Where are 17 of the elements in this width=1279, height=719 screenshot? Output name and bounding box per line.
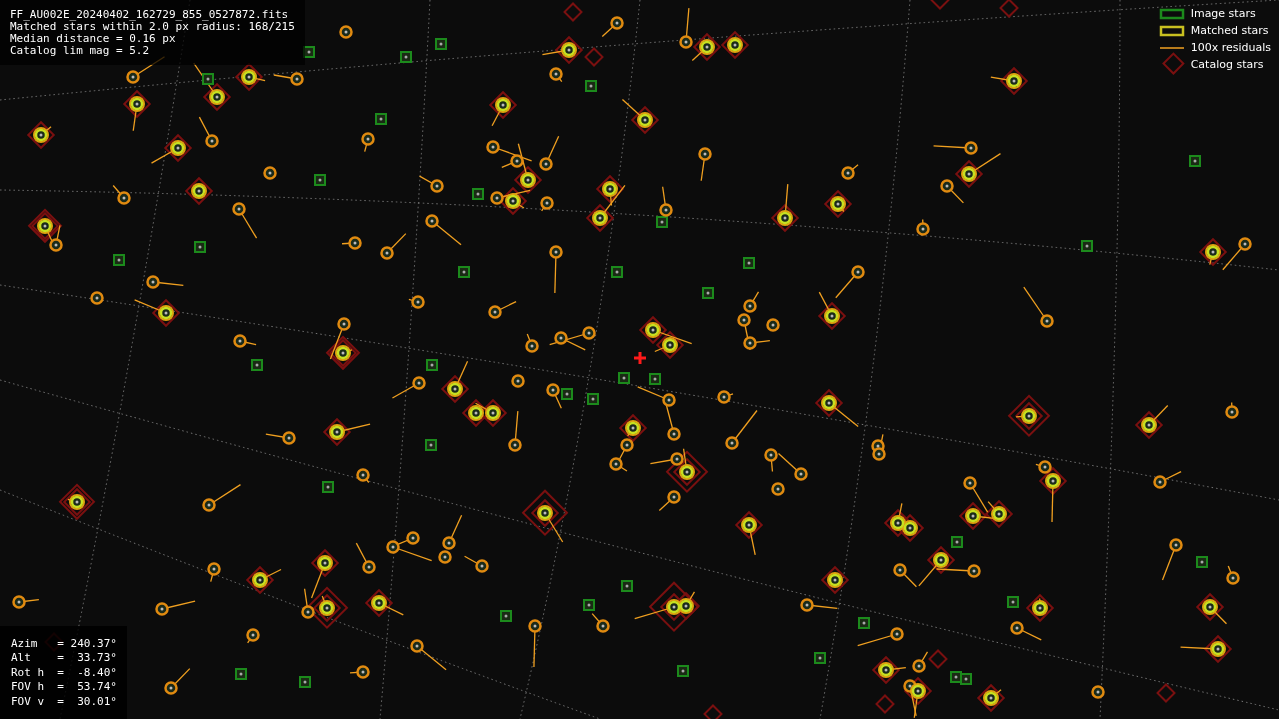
info-text: Matched stars within 2.0 px radius: 168/215 [10, 21, 295, 33]
square-outline-icon [1159, 25, 1184, 36]
diamond-icon [1161, 51, 1185, 75]
line-icon [1158, 46, 1185, 49]
info-text: Median distance = 0.16 px [10, 33, 177, 45]
pointing-text: FOV v = 30.01° [11, 694, 117, 709]
pointing-text: Rot h = -8.40° [11, 665, 117, 680]
info-text: FF_AU002E_20240402_162729_855_0527872.fits [10, 9, 290, 21]
pointing-text: Azim = 240.37° [11, 636, 117, 651]
pointing-text: Alt = 33.73° [11, 651, 117, 666]
legend-label: Image stars [1190, 7, 1256, 20]
legend-label: 100x residuals [1190, 41, 1271, 54]
legend-label: Matched stars [1190, 24, 1269, 37]
legend-label: Catalog stars [1190, 58, 1264, 71]
pointing-text: FOV h = 53.74° [11, 680, 117, 695]
info-text: Catalog lim mag = 5.2 [10, 45, 151, 57]
square-outline-icon [1159, 8, 1184, 19]
